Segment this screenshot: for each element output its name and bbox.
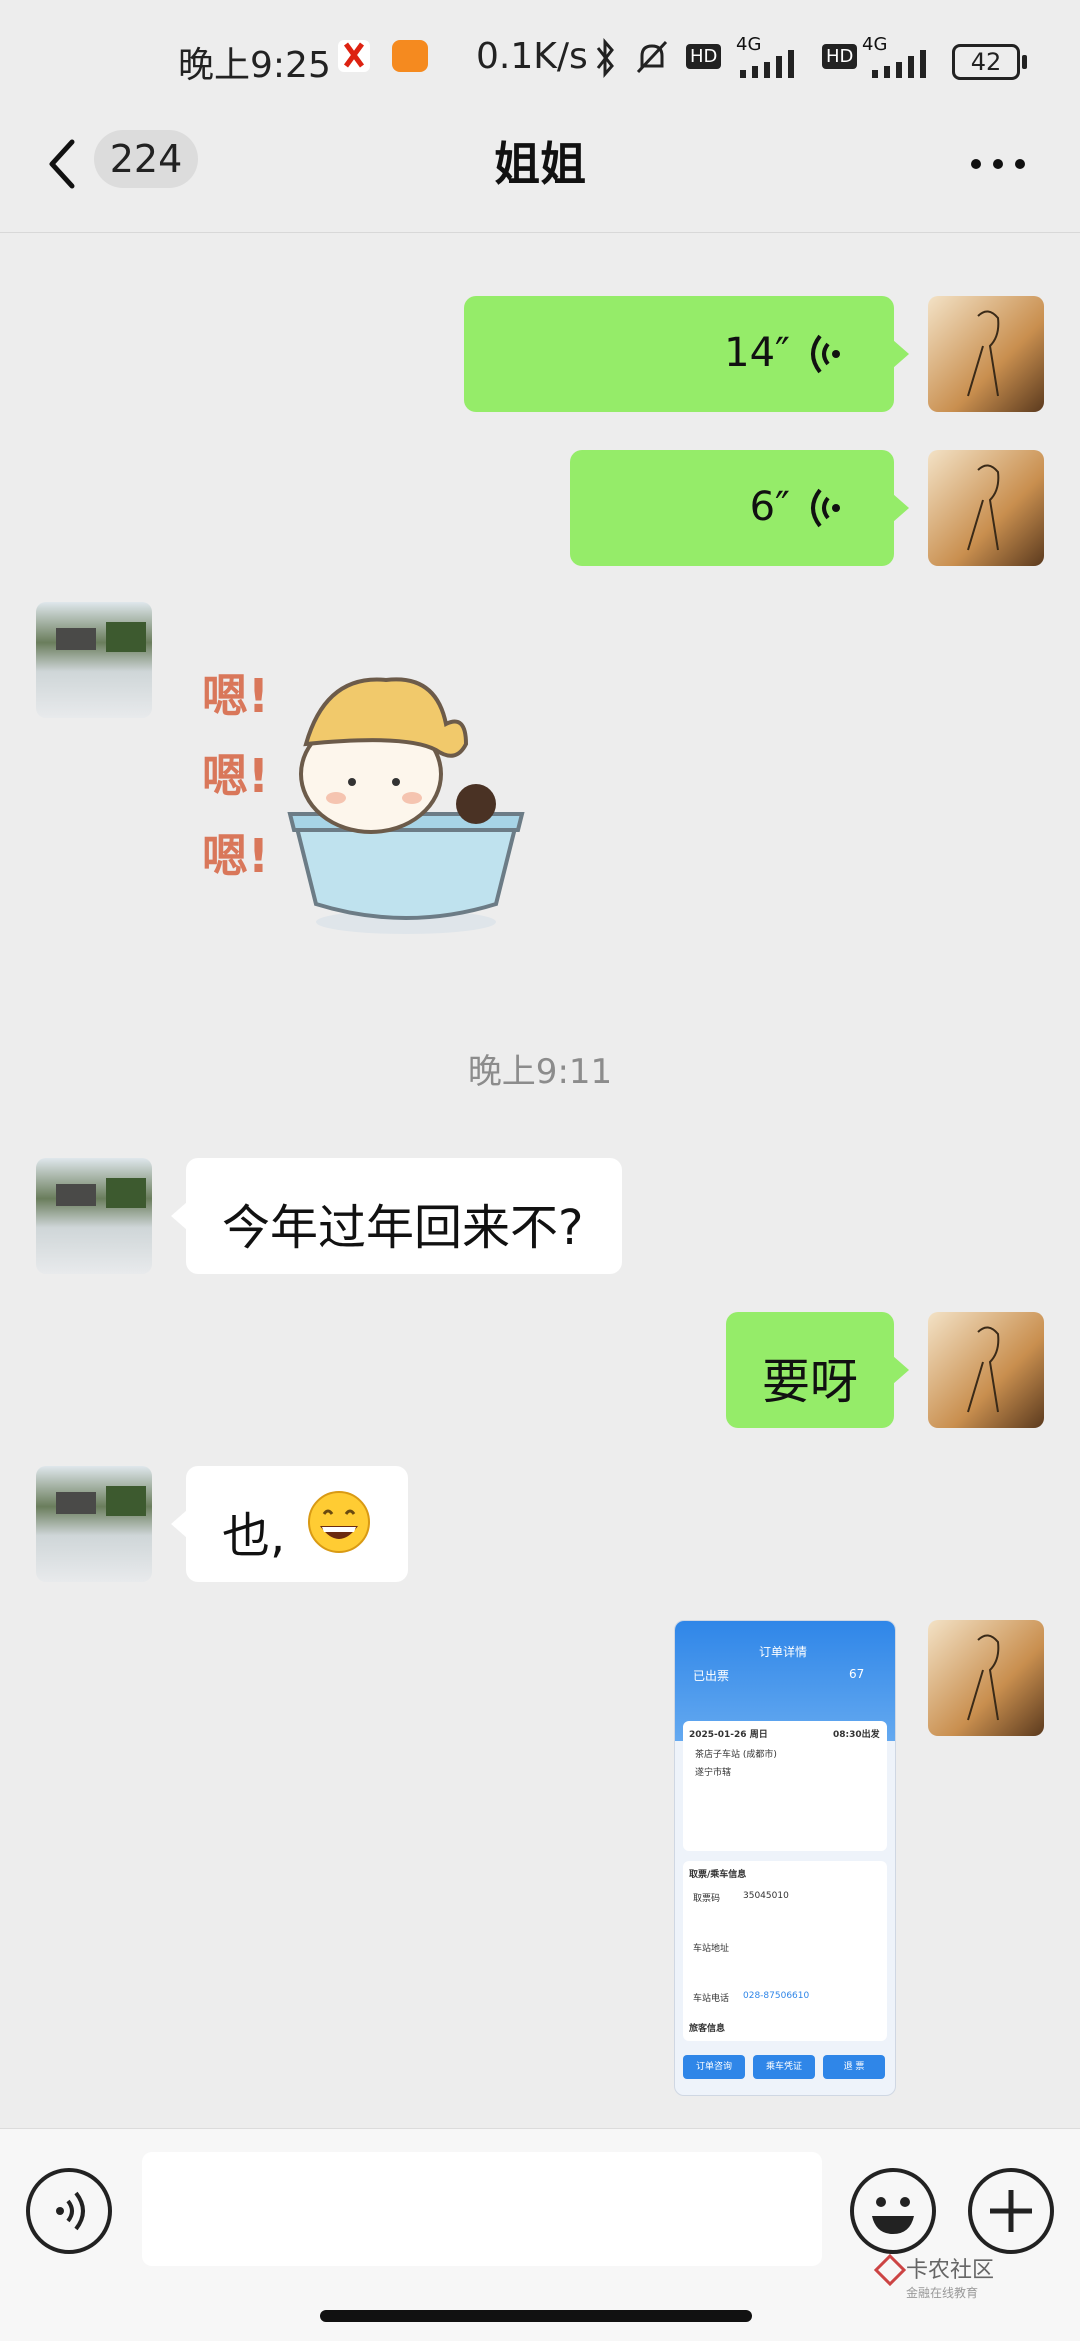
signal-icon bbox=[736, 50, 808, 84]
chat-title: 姐姐 bbox=[494, 137, 586, 191]
contact-avatar[interactable] bbox=[36, 1466, 152, 1582]
emoji-button-icon[interactable] bbox=[850, 2168, 936, 2254]
sticker-text: 嗯! bbox=[202, 829, 269, 883]
image-passenger-label: 旅客信息 bbox=[689, 2024, 726, 2034]
watermark-line2: 金融在线教育 bbox=[906, 2286, 979, 2300]
my-avatar[interactable] bbox=[928, 450, 1044, 566]
text-message-bubble[interactable]: 也, bbox=[171, 1466, 408, 1582]
battery-indicator: 42 bbox=[952, 44, 1027, 80]
my-avatar[interactable] bbox=[928, 1312, 1044, 1428]
add-attachment-icon[interactable] bbox=[968, 2168, 1054, 2254]
mute-bell-icon bbox=[632, 36, 672, 84]
hd-badge: HD bbox=[686, 44, 722, 69]
voice-message-bubble[interactable]: 14″ bbox=[464, 296, 909, 412]
image-price: 67 bbox=[849, 1667, 865, 1681]
voice-message-bubble[interactable]: 6″ bbox=[570, 450, 909, 566]
image-date: 2025-01-26 周日 bbox=[689, 1730, 768, 1740]
message-text: 要呀 bbox=[762, 1354, 859, 1410]
app-notification-icon bbox=[336, 36, 372, 80]
bluetooth-icon bbox=[590, 36, 620, 84]
sticker-text: 嗯! bbox=[202, 669, 269, 723]
sticker-message[interactable]: 嗯! 嗯! 嗯! bbox=[196, 640, 536, 950]
voice-input-toggle-icon[interactable] bbox=[26, 2168, 112, 2254]
status-bar: 晚上9:25 0.1K/s HD 4G HD 4G 42 bbox=[0, 0, 1080, 120]
my-avatar[interactable] bbox=[928, 1620, 1044, 1736]
status-time: 晚上9:25 bbox=[178, 45, 331, 86]
watermark: 卡农社区 金融在线教育 bbox=[874, 2252, 995, 2301]
text-message-bubble[interactable]: 要呀 bbox=[726, 1312, 909, 1428]
message-input[interactable] bbox=[142, 2152, 822, 2266]
image-ticket-code: 35045010 bbox=[743, 1891, 789, 1901]
image-station-address-label: 车站地址 bbox=[693, 1944, 730, 1954]
my-avatar[interactable] bbox=[928, 296, 1044, 412]
text-message-bubble[interactable]: 今年过年回来不? bbox=[171, 1158, 622, 1274]
voice-duration: 14″ bbox=[724, 330, 790, 376]
image-button: 乘车凭证 bbox=[753, 2055, 815, 2079]
image-title: 订单详情 bbox=[759, 1645, 808, 1659]
image-section-ticket: 取票/乘车信息 bbox=[689, 1870, 747, 1880]
more-options-icon[interactable] bbox=[970, 155, 1026, 169]
watermark-line1: 卡农社区 bbox=[906, 2258, 995, 2283]
hd-badge: HD bbox=[822, 44, 858, 69]
contact-avatar[interactable] bbox=[36, 602, 152, 718]
chat-timestamp: 晚上9:11 bbox=[467, 1052, 613, 1092]
watermark-logo-icon bbox=[874, 2254, 906, 2286]
message-text: 也, bbox=[222, 1508, 286, 1564]
signal-icon bbox=[868, 50, 940, 84]
image-from-station: 茶店子车站 (成都市) bbox=[695, 1750, 777, 1760]
image-depart-time: 08:30出发 bbox=[833, 1730, 880, 1740]
image-trip-card: 2025-01-26 周日 08:30出发 茶店子车站 (成都市) 遂宁市辖 bbox=[683, 1721, 887, 1851]
grinning-emoji-icon bbox=[306, 1486, 372, 1560]
image-button: 退 票 bbox=[823, 2055, 885, 2079]
image-button: 订单咨询 bbox=[683, 2055, 745, 2079]
bath-character-icon bbox=[287, 677, 525, 934]
image-ticket-card: 取票/乘车信息 取票码 35045010 车站地址 车站电话 028-87506… bbox=[683, 1861, 887, 2041]
image-to-station: 遂宁市辖 bbox=[695, 1768, 732, 1778]
voice-wave-icon bbox=[806, 484, 846, 536]
image-status: 已出票 bbox=[693, 1669, 730, 1683]
message-text: 今年过年回来不? bbox=[222, 1200, 584, 1256]
voice-duration: 6″ bbox=[749, 484, 790, 530]
image-ticket-code-label: 取票码 bbox=[693, 1894, 721, 1904]
shared-image-message[interactable]: 订单详情 已出票 67 2025-01-26 周日 08:30出发 茶店子车站 … bbox=[674, 1620, 896, 2096]
home-indicator[interactable] bbox=[320, 2310, 752, 2322]
network-speed: 0.1K/s bbox=[476, 36, 588, 77]
app-notification-icon bbox=[390, 36, 430, 80]
sticker-text: 嗯! bbox=[202, 749, 269, 803]
image-station-phone: 028-87506610 bbox=[743, 1991, 810, 2001]
contact-avatar[interactable] bbox=[36, 1158, 152, 1274]
voice-wave-icon bbox=[806, 330, 846, 382]
image-station-phone-label: 车站电话 bbox=[693, 1994, 730, 2004]
